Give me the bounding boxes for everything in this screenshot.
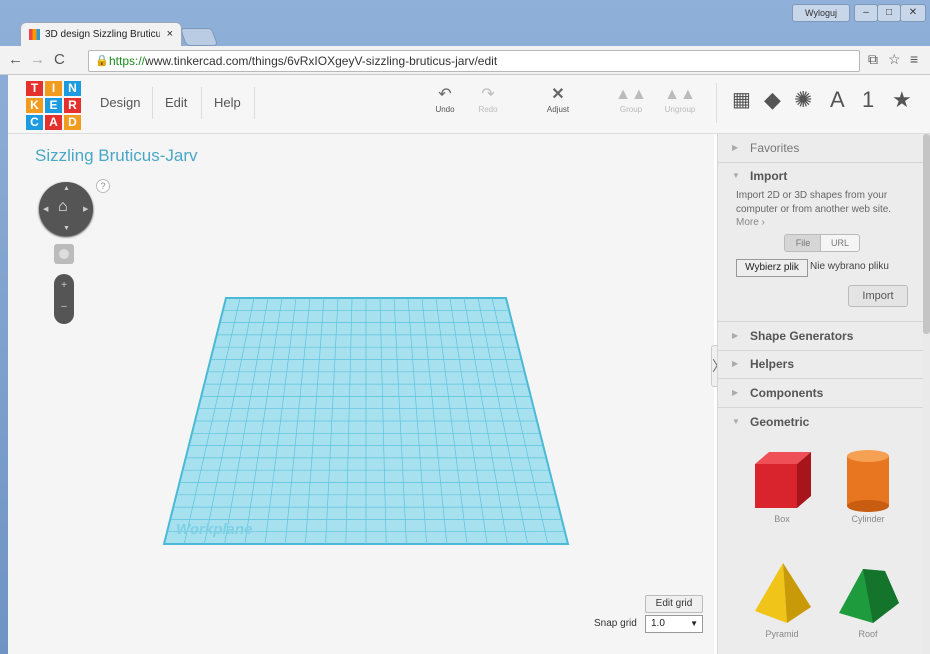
chevron-right-icon: ▶: [732, 388, 739, 397]
section-components[interactable]: ▶ Components: [718, 379, 924, 408]
section-helpers[interactable]: ▶ Helpers: [718, 350, 924, 379]
browser-tab[interactable]: 3D design Sizzling Bruticus- ×: [20, 22, 182, 47]
roof-icon: [839, 569, 899, 623]
address-bar[interactable]: 🔒 https://www.tinkercad.com/things/6vRxI…: [88, 50, 860, 72]
tab-file[interactable]: File: [784, 234, 822, 252]
chevron-down-icon: ▼: [732, 417, 740, 426]
shape-cylinder[interactable]: Cylinder: [828, 444, 908, 524]
tinkercad-logo[interactable]: T I N K E R C A D: [26, 81, 83, 131]
undo-button[interactable]: ↶ Undo: [425, 85, 465, 114]
redo-button[interactable]: ↷ Redo: [468, 85, 508, 114]
orbit-left-icon[interactable]: ◀: [43, 205, 48, 213]
reload-icon[interactable]: C: [54, 51, 65, 68]
shape-pyramid[interactable]: Pyramid: [742, 559, 822, 639]
url-text: https://www.tinkercad.com/things/6vRxIOX…: [109, 54, 498, 68]
help-icon[interactable]: ?: [96, 179, 110, 193]
tab-title: 3D design Sizzling Bruticus-: [45, 29, 160, 40]
browser-toolbar: ← → C 🔒 https://www.tinkercad.com/things…: [0, 46, 930, 75]
divider: [201, 87, 202, 119]
shapes-sidebar: ▶ Favorites ▼ Import Import 2D or 3D sha…: [717, 134, 924, 654]
snap-grid-select[interactable]: 1.0 ▼: [645, 615, 703, 633]
chevron-down-icon: ▼: [690, 619, 698, 628]
home-view-icon[interactable]: ⌂: [58, 198, 68, 216]
text-icon[interactable]: A: [830, 87, 845, 113]
choose-file-button[interactable]: Wybierz plik: [736, 259, 808, 277]
new-tab-button[interactable]: [179, 28, 219, 46]
scrollbar-thumb[interactable]: [923, 134, 930, 334]
group-button[interactable]: ▲▲ Group: [611, 85, 651, 114]
chevron-right-icon: ▶: [732, 331, 739, 340]
chevron-right-icon: ▶: [732, 359, 739, 368]
maximize-icon[interactable]: □: [877, 4, 901, 22]
lock-icon: 🔒: [95, 55, 109, 67]
divider: [254, 87, 255, 119]
menu-edit[interactable]: Edit: [165, 95, 187, 110]
import-button[interactable]: Import: [848, 285, 908, 307]
section-geometric[interactable]: ▼ Geometric: [718, 408, 924, 436]
undo-icon: ↶: [438, 86, 452, 103]
bookmark-star-icon[interactable]: ☆: [888, 51, 901, 68]
adjust-icon: ✕: [551, 86, 565, 103]
edit-grid-button[interactable]: Edit grid: [645, 595, 703, 613]
forward-icon[interactable]: →: [30, 51, 45, 68]
zoom-out-icon[interactable]: –: [54, 291, 74, 312]
fit-view-button[interactable]: [54, 244, 74, 264]
cube-icon[interactable]: ◆: [764, 87, 781, 113]
menu-help[interactable]: Help: [214, 95, 241, 110]
divider: [152, 87, 153, 119]
import-description: Import 2D or 3D shapes from your compute…: [736, 190, 892, 215]
design-title[interactable]: Sizzling Bruticus-Jarv: [35, 146, 198, 166]
ungroup-icon: ▲▲: [664, 86, 696, 103]
divider: [716, 83, 717, 123]
workplane-label: Workplane: [176, 521, 252, 538]
redo-icon: ↷: [481, 86, 495, 103]
chevron-down-icon: ▼: [732, 171, 740, 180]
chevron-right-icon: ▶: [732, 143, 739, 152]
sidebar-scrollbar[interactable]: [923, 134, 930, 654]
shape-box[interactable]: Box: [742, 444, 822, 524]
section-shape-generators[interactable]: ▶ Shape Generators: [718, 321, 924, 351]
tab-url[interactable]: URL: [820, 234, 860, 252]
no-file-label: Nie wybrano pliku: [810, 261, 889, 272]
pyramid-icon: [755, 563, 811, 623]
section-import[interactable]: ▼ Import: [718, 162, 924, 190]
translate-icon[interactable]: ⧉: [868, 51, 878, 68]
workspace[interactable]: Workplane Sizzling Bruticus-Jarv ▲ ▼ ◀ ▶…: [8, 134, 714, 654]
view-navigation-control[interactable]: ▲ ▼ ◀ ▶ ⌂: [39, 182, 93, 236]
gear-shape-icon[interactable]: ✺: [794, 87, 812, 113]
grid-icon[interactable]: ▦: [732, 87, 751, 112]
orbit-right-icon[interactable]: ▶: [83, 205, 88, 213]
section-favorites[interactable]: ▶ Favorites: [718, 134, 924, 163]
star-icon[interactable]: ★: [892, 87, 912, 113]
orbit-up-icon[interactable]: ▲: [63, 185, 70, 192]
number-icon[interactable]: 1: [862, 87, 874, 113]
group-icon: ▲▲: [615, 86, 647, 103]
menu-icon[interactable]: ≡: [910, 51, 918, 67]
ungroup-button[interactable]: ▲▲ Ungroup: [660, 85, 700, 114]
shape-roof[interactable]: Roof: [828, 559, 908, 639]
menu-design[interactable]: Design: [100, 95, 140, 110]
tinkercad-favicon-icon: [29, 29, 40, 40]
app-topbar: T I N K E R C A D Design Edit Help ↶ Undo…: [8, 75, 930, 134]
workplane-grid: [167, 297, 565, 545]
import-more-link[interactable]: More ›: [736, 217, 765, 228]
box-icon: [755, 452, 811, 508]
orbit-down-icon[interactable]: ▼: [63, 225, 70, 232]
workplane[interactable]: Workplane: [8, 134, 714, 654]
zoom-control[interactable]: + –: [54, 274, 74, 324]
tinkercad-app: T I N K E R C A D Design Edit Help ↶ Undo…: [8, 75, 930, 654]
minimize-icon[interactable]: –: [854, 4, 878, 22]
tab-close-icon[interactable]: ×: [167, 28, 173, 40]
snap-grid-label: Snap grid: [594, 618, 637, 629]
import-panel: Import 2D or 3D shapes from your compute…: [718, 189, 924, 324]
back-icon[interactable]: ←: [8, 51, 23, 68]
close-window-icon[interactable]: ✕: [900, 4, 926, 22]
adjust-button[interactable]: ✕ Adjust: [538, 85, 578, 114]
cylinder-icon: [847, 450, 889, 512]
user-button[interactable]: Wyloguj: [792, 4, 850, 22]
zoom-in-icon[interactable]: +: [54, 274, 74, 291]
